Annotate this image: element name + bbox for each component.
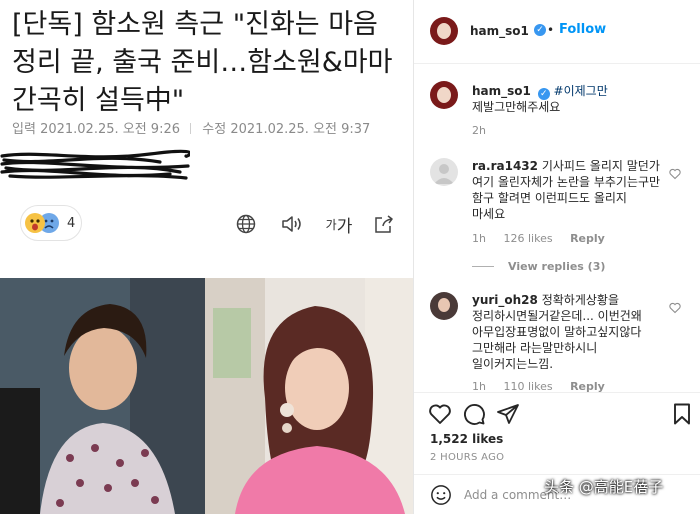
- emoji-icon[interactable]: [430, 484, 452, 506]
- font-size-small-label: 가: [325, 217, 337, 232]
- modified-time: 2021.02.25. 오전 9:37: [230, 122, 371, 137]
- modified-label: 수정: [202, 122, 227, 137]
- posted-time: 2 HOURS AGO: [430, 452, 505, 463]
- reaction-button[interactable]: 4: [20, 205, 82, 241]
- input-label: 입력: [12, 122, 36, 137]
- verified-badge-icon: ✓: [534, 24, 546, 36]
- caption-text: 제발그만해주세요: [472, 100, 561, 114]
- caption-time: 2h: [472, 124, 486, 137]
- article-dateline: 입력 2021.02.25. 오전 9:26 수정 2021.02.25. 오전…: [12, 118, 370, 137]
- save-bookmark-icon[interactable]: [670, 402, 694, 426]
- font-size-label: 가: [336, 216, 353, 237]
- caption-username[interactable]: ham_so1: [472, 84, 531, 98]
- photo-right-panel: [205, 278, 413, 514]
- comment-time: 1h: [472, 232, 486, 245]
- avatar[interactable]: [430, 17, 458, 45]
- watermark: 头条 @高能E蓓子: [544, 478, 664, 496]
- like-count[interactable]: 1,522 likes: [430, 432, 503, 446]
- avatar[interactable]: [430, 81, 458, 109]
- article-headline: [단독] 함소원 측근 "진화는 마음 정리 끝, 출국 준비…함소원&마마 간…: [12, 9, 393, 116]
- replies-line: [472, 266, 494, 267]
- translate-button[interactable]: [235, 212, 257, 236]
- input-time: 2021.02.25. 오전 9:26: [40, 122, 181, 137]
- comment-likes[interactable]: 126 likes: [503, 232, 552, 245]
- header-dot: •: [547, 23, 555, 37]
- post-actions: [414, 392, 700, 432]
- font-size-button[interactable]: 가가: [325, 212, 353, 237]
- like-heart-icon[interactable]: [428, 402, 452, 426]
- comment-text: ra.ra1432 기사피드 올리지 말던가 여기 올린자체가 논란을 부추기는…: [472, 158, 662, 222]
- heart-icon[interactable]: [669, 302, 681, 314]
- share-paper-plane-icon[interactable]: [496, 402, 520, 426]
- header-username[interactable]: ham_so1: [470, 24, 529, 38]
- dateline-divider: [190, 123, 192, 134]
- share-icon: [375, 215, 393, 233]
- comment-bubble-icon[interactable]: [462, 402, 486, 426]
- instagram-panel: ham_so1 ✓ • Follow ham_so1 ✓ #이제그만 제발그만해…: [413, 0, 700, 514]
- globe-icon: [236, 214, 256, 234]
- post-header: ham_so1 ✓ • Follow: [414, 0, 700, 64]
- share-button[interactable]: [372, 212, 396, 236]
- photo-left-panel: [0, 278, 205, 514]
- surprised-emoji-icon: [25, 213, 45, 233]
- avatar[interactable]: [430, 158, 458, 186]
- redaction-scribble: [0, 149, 190, 180]
- reply-button[interactable]: Reply: [570, 232, 605, 245]
- heart-icon[interactable]: [669, 168, 681, 180]
- reaction-count: 4: [67, 215, 76, 231]
- comment-meta: 1h 126 likes Reply: [472, 232, 619, 245]
- article-photo: [0, 278, 413, 514]
- comment-text: yuri_oh28 정확하게상황을 정리하시면될거같은데... 이번건왜 아무입…: [472, 292, 662, 372]
- view-replies-label: View replies (3): [508, 260, 606, 273]
- caption-hashtag[interactable]: #이제그만: [554, 84, 608, 98]
- view-replies-button[interactable]: View replies (3): [472, 260, 605, 273]
- comment-username[interactable]: yuri_oh28: [472, 293, 538, 307]
- avatar[interactable]: [430, 292, 458, 320]
- comment-username[interactable]: ra.ra1432: [472, 159, 538, 173]
- news-article: [단독] 함소원 측근 "진화는 마음 정리 끝, 출국 준비…함소원&마마 간…: [0, 0, 413, 514]
- listen-button[interactable]: [280, 212, 304, 236]
- speaker-icon: [282, 216, 301, 232]
- follow-button[interactable]: Follow: [559, 22, 606, 37]
